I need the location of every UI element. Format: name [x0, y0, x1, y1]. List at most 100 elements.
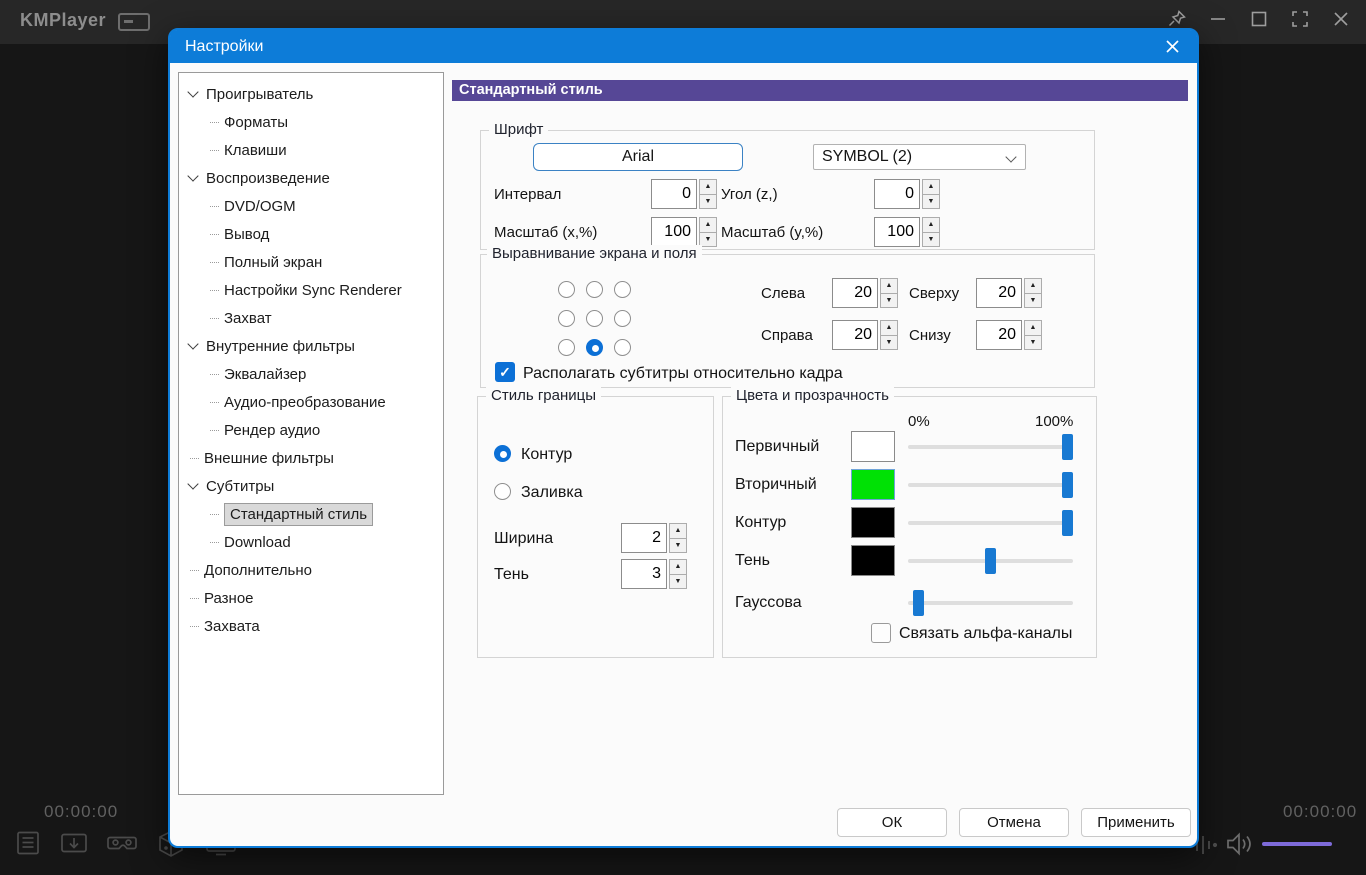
border-width-stepper[interactable]: 2 ▲▼	[621, 523, 687, 553]
spin-down-icon[interactable]: ▼	[880, 336, 898, 351]
angle-stepper[interactable]: 0 ▲▼	[874, 179, 940, 209]
shadow-stepper[interactable]: 3 ▲▼	[621, 559, 687, 589]
alignment-radio-r3c3[interactable]	[614, 339, 631, 356]
slider-thumb[interactable]	[913, 590, 924, 616]
alignment-radio-r2c3[interactable]	[614, 310, 631, 327]
color-swatch[interactable]	[851, 507, 895, 538]
tree-item[interactable]: Разное	[179, 584, 443, 612]
vr-goggles-icon[interactable]	[106, 829, 138, 857]
scale-x-value[interactable]: 100	[651, 217, 697, 247]
relative-subtitles-checkbox[interactable]: ✓	[495, 362, 515, 382]
tree-item[interactable]: Download	[179, 528, 443, 556]
spin-up-icon[interactable]: ▲	[922, 217, 940, 233]
tree-item[interactable]: Аудио-преобразование	[179, 388, 443, 416]
cancel-button[interactable]: Отмена	[959, 808, 1069, 837]
dialog-titlebar[interactable]: Настройки	[170, 30, 1197, 63]
opacity-slider[interactable]	[908, 434, 1073, 460]
tree-item[interactable]: Субтитры	[179, 472, 443, 500]
spin-down-icon[interactable]: ▼	[699, 233, 717, 248]
spin-up-icon[interactable]: ▲	[1024, 278, 1042, 294]
playlist-icon[interactable]	[14, 829, 42, 857]
margin-bottom-stepper[interactable]: 20 ▲▼	[976, 320, 1042, 350]
spin-down-icon[interactable]: ▼	[669, 539, 687, 554]
slider-thumb[interactable]	[985, 548, 996, 574]
tree-item[interactable]: Проигрыватель	[179, 80, 443, 108]
alignment-radio-r3c1[interactable]	[558, 339, 575, 356]
tree-item[interactable]: Внешние фильтры	[179, 444, 443, 472]
spin-up-icon[interactable]: ▲	[880, 278, 898, 294]
color-swatch[interactable]	[851, 545, 895, 576]
scale-y-value[interactable]: 100	[874, 217, 920, 247]
download-icon[interactable]	[59, 829, 89, 857]
color-swatch[interactable]	[851, 469, 895, 500]
scale-x-stepper[interactable]: 100 ▲▼	[651, 217, 717, 247]
minimize-icon[interactable]	[1207, 8, 1229, 30]
spacing-value[interactable]: 0	[651, 179, 697, 209]
pin-icon[interactable]	[1166, 8, 1188, 30]
alignment-radio-r3c2[interactable]	[586, 339, 603, 356]
margin-top-value[interactable]: 20	[976, 278, 1022, 308]
color-swatch[interactable]	[851, 431, 895, 462]
alignment-radio-r1c1[interactable]	[558, 281, 575, 298]
slider-thumb[interactable]	[1062, 510, 1073, 536]
tree-item[interactable]: Внутренние фильтры	[179, 332, 443, 360]
spin-up-icon[interactable]: ▲	[1024, 320, 1042, 336]
speaker-icon[interactable]	[1224, 831, 1256, 857]
slider-thumb[interactable]	[1062, 434, 1073, 460]
spin-down-icon[interactable]: ▼	[922, 195, 940, 210]
margin-left-value[interactable]: 20	[832, 278, 878, 308]
tree-item[interactable]: Стандартный стиль	[179, 500, 443, 528]
slider-track[interactable]	[908, 483, 1073, 487]
chevron-down-icon[interactable]	[187, 170, 198, 181]
opacity-slider[interactable]	[908, 472, 1073, 498]
tree-item[interactable]: Полный экран	[179, 248, 443, 276]
margin-left-stepper[interactable]: 20 ▲▼	[832, 278, 898, 308]
spin-up-icon[interactable]: ▲	[699, 179, 717, 195]
spacing-stepper[interactable]: 0 ▲▼	[651, 179, 717, 209]
chevron-down-icon[interactable]	[187, 478, 198, 489]
alignment-radio-r1c2[interactable]	[586, 281, 603, 298]
alignment-radio-r2c2[interactable]	[586, 310, 603, 327]
spin-up-icon[interactable]: ▲	[880, 320, 898, 336]
tree-item[interactable]: Настройки Sync Renderer	[179, 276, 443, 304]
tree-item[interactable]: Клавиши	[179, 136, 443, 164]
slider-track[interactable]	[908, 601, 1073, 605]
charset-dropdown[interactable]: SYMBOL (2)	[813, 144, 1026, 170]
fill-radio[interactable]	[494, 483, 511, 500]
margin-bottom-value[interactable]: 20	[976, 320, 1022, 350]
slider-thumb[interactable]	[1062, 472, 1073, 498]
spin-up-icon[interactable]: ▲	[669, 523, 687, 539]
font-select-button[interactable]: Arial	[533, 143, 743, 171]
opacity-slider[interactable]	[908, 590, 1073, 616]
dialog-close-button[interactable]	[1162, 37, 1182, 57]
spin-down-icon[interactable]: ▼	[669, 575, 687, 590]
angle-value[interactable]: 0	[874, 179, 920, 209]
alignment-radio-r2c1[interactable]	[558, 310, 575, 327]
maximize-icon[interactable]	[1248, 8, 1270, 30]
link-alpha-checkbox[interactable]	[871, 623, 891, 643]
shadow-value[interactable]: 3	[621, 559, 667, 589]
tree-item[interactable]: Форматы	[179, 108, 443, 136]
fullscreen-icon[interactable]	[1289, 8, 1311, 30]
ok-button[interactable]: ОК	[837, 808, 947, 837]
slider-track[interactable]	[908, 521, 1073, 525]
chevron-down-icon[interactable]	[187, 86, 198, 97]
spin-down-icon[interactable]: ▼	[1024, 336, 1042, 351]
spin-down-icon[interactable]: ▼	[1024, 294, 1042, 309]
spin-down-icon[interactable]: ▼	[880, 294, 898, 309]
opacity-slider[interactable]	[908, 548, 1073, 574]
slider-track[interactable]	[908, 445, 1073, 449]
opacity-slider[interactable]	[908, 510, 1073, 536]
margin-right-stepper[interactable]: 20 ▲▼	[832, 320, 898, 350]
tree-item[interactable]: DVD/OGM	[179, 192, 443, 220]
tree-item[interactable]: Эквалайзер	[179, 360, 443, 388]
close-icon[interactable]	[1330, 8, 1352, 30]
spin-up-icon[interactable]: ▲	[699, 217, 717, 233]
tree-item[interactable]: Захват	[179, 304, 443, 332]
spin-down-icon[interactable]: ▼	[922, 233, 940, 248]
alignment-radio-r1c3[interactable]	[614, 281, 631, 298]
volume-slider[interactable]	[1262, 842, 1332, 846]
border-width-value[interactable]: 2	[621, 523, 667, 553]
margin-right-value[interactable]: 20	[832, 320, 878, 350]
tree-item[interactable]: Рендер аудио	[179, 416, 443, 444]
